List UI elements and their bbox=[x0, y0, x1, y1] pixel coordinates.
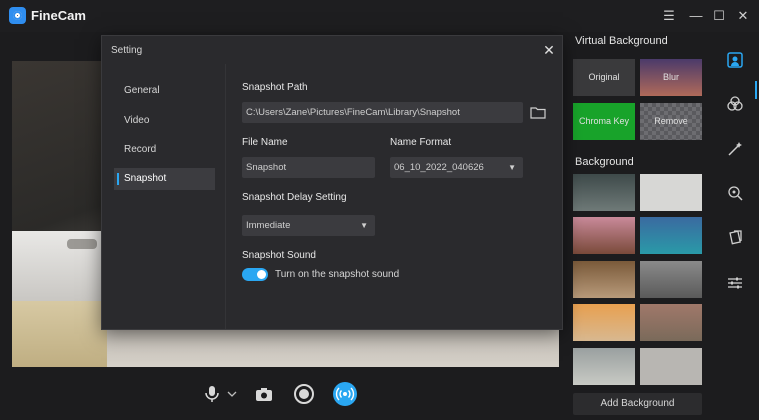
background-thumbnail[interactable] bbox=[573, 217, 635, 254]
settings-dialog: Setting ✕ General Video Record Snapshot … bbox=[101, 35, 563, 330]
virtual-option-original[interactable]: Original bbox=[573, 59, 635, 96]
name-format-value: 06_10_2022_040626 bbox=[394, 162, 484, 173]
snapshot-delay-select[interactable]: Immediate ▼ bbox=[242, 215, 375, 236]
add-background-button[interactable]: Add Background bbox=[573, 393, 702, 415]
finecam-logo-icon bbox=[9, 7, 26, 24]
chevron-down-icon: ▼ bbox=[508, 163, 516, 172]
snapshot-path-label: Snapshot Path bbox=[242, 82, 308, 93]
background-thumbnail[interactable] bbox=[640, 217, 702, 254]
dialog-title: Setting bbox=[111, 45, 143, 56]
name-format-select[interactable]: 06_10_2022_040626 ▼ bbox=[390, 157, 523, 178]
camera-icon[interactable] bbox=[253, 383, 275, 405]
minimize-button[interactable]: — bbox=[688, 8, 704, 24]
file-name-input[interactable]: Snapshot bbox=[242, 157, 375, 178]
nav-item-record[interactable]: Record bbox=[114, 139, 215, 161]
virtual-background-title: Virtual Background bbox=[575, 35, 668, 47]
layers-icon[interactable] bbox=[726, 228, 744, 246]
filter-icon[interactable] bbox=[726, 95, 744, 113]
maximize-button[interactable]: ☐ bbox=[711, 8, 727, 24]
focus-icon[interactable] bbox=[726, 184, 744, 202]
preview-port bbox=[67, 239, 97, 249]
background-thumbnail[interactable] bbox=[640, 261, 702, 298]
snapshot-sound-toggle-label: Turn on the snapshot sound bbox=[275, 269, 400, 280]
nav-item-snapshot[interactable]: Snapshot bbox=[114, 168, 215, 190]
background-thumbnail[interactable] bbox=[573, 174, 635, 211]
nav-item-general[interactable]: General bbox=[114, 80, 215, 102]
snapshot-path-field[interactable]: C:\Users\Zane\Pictures\FineCam\Library\S… bbox=[242, 102, 523, 123]
nav-item-video[interactable]: Video bbox=[114, 110, 215, 132]
live-broadcast-icon bbox=[335, 387, 355, 401]
app-title: FineCam bbox=[31, 8, 86, 23]
virtual-option-chroma-key[interactable]: Chroma Key bbox=[573, 103, 635, 140]
background-thumbnail[interactable] bbox=[573, 261, 635, 298]
preview-wood bbox=[12, 301, 107, 367]
active-tab-indicator bbox=[755, 81, 757, 99]
live-broadcast-button[interactable] bbox=[333, 382, 357, 406]
chevron-down-icon[interactable] bbox=[226, 383, 238, 405]
snapshot-delay-label: Snapshot Delay Setting bbox=[242, 192, 347, 203]
virtual-option-remove[interactable]: Remove bbox=[640, 103, 702, 140]
close-button[interactable]: ✕ bbox=[735, 8, 751, 24]
adjust-settings-icon[interactable] bbox=[726, 274, 744, 292]
file-name-label: File Name bbox=[242, 137, 288, 148]
background-thumbnail[interactable] bbox=[640, 304, 702, 341]
virtual-background-icon[interactable] bbox=[726, 51, 744, 69]
dialog-header: Setting ✕ bbox=[102, 36, 562, 64]
mic-icon[interactable] bbox=[201, 383, 223, 405]
settings-nav: General Video Record Snapshot bbox=[102, 64, 226, 329]
folder-icon[interactable] bbox=[530, 106, 546, 119]
chevron-down-icon: ▼ bbox=[360, 221, 368, 230]
background-thumbnail[interactable] bbox=[573, 304, 635, 341]
background-title: Background bbox=[575, 156, 634, 168]
background-thumbnail[interactable] bbox=[640, 174, 702, 211]
name-format-label: Name Format bbox=[390, 137, 452, 148]
record-button[interactable] bbox=[294, 384, 314, 404]
menu-icon[interactable]: ☰ bbox=[661, 8, 677, 24]
snapshot-sound-toggle[interactable] bbox=[242, 268, 268, 281]
side-tab-bar bbox=[714, 32, 759, 420]
bottom-toolbar bbox=[0, 370, 562, 420]
virtual-option-blur[interactable]: Blur bbox=[640, 59, 702, 96]
background-thumbnail[interactable] bbox=[573, 348, 635, 385]
dialog-close-icon[interactable]: ✕ bbox=[542, 43, 556, 57]
snapshot-sound-label: Snapshot Sound bbox=[242, 250, 316, 261]
background-thumbnail[interactable] bbox=[640, 348, 702, 385]
title-bar: FineCam ☰ — ☐ ✕ bbox=[0, 0, 759, 32]
magic-wand-icon[interactable] bbox=[726, 140, 744, 158]
snapshot-delay-value: Immediate bbox=[246, 220, 291, 231]
